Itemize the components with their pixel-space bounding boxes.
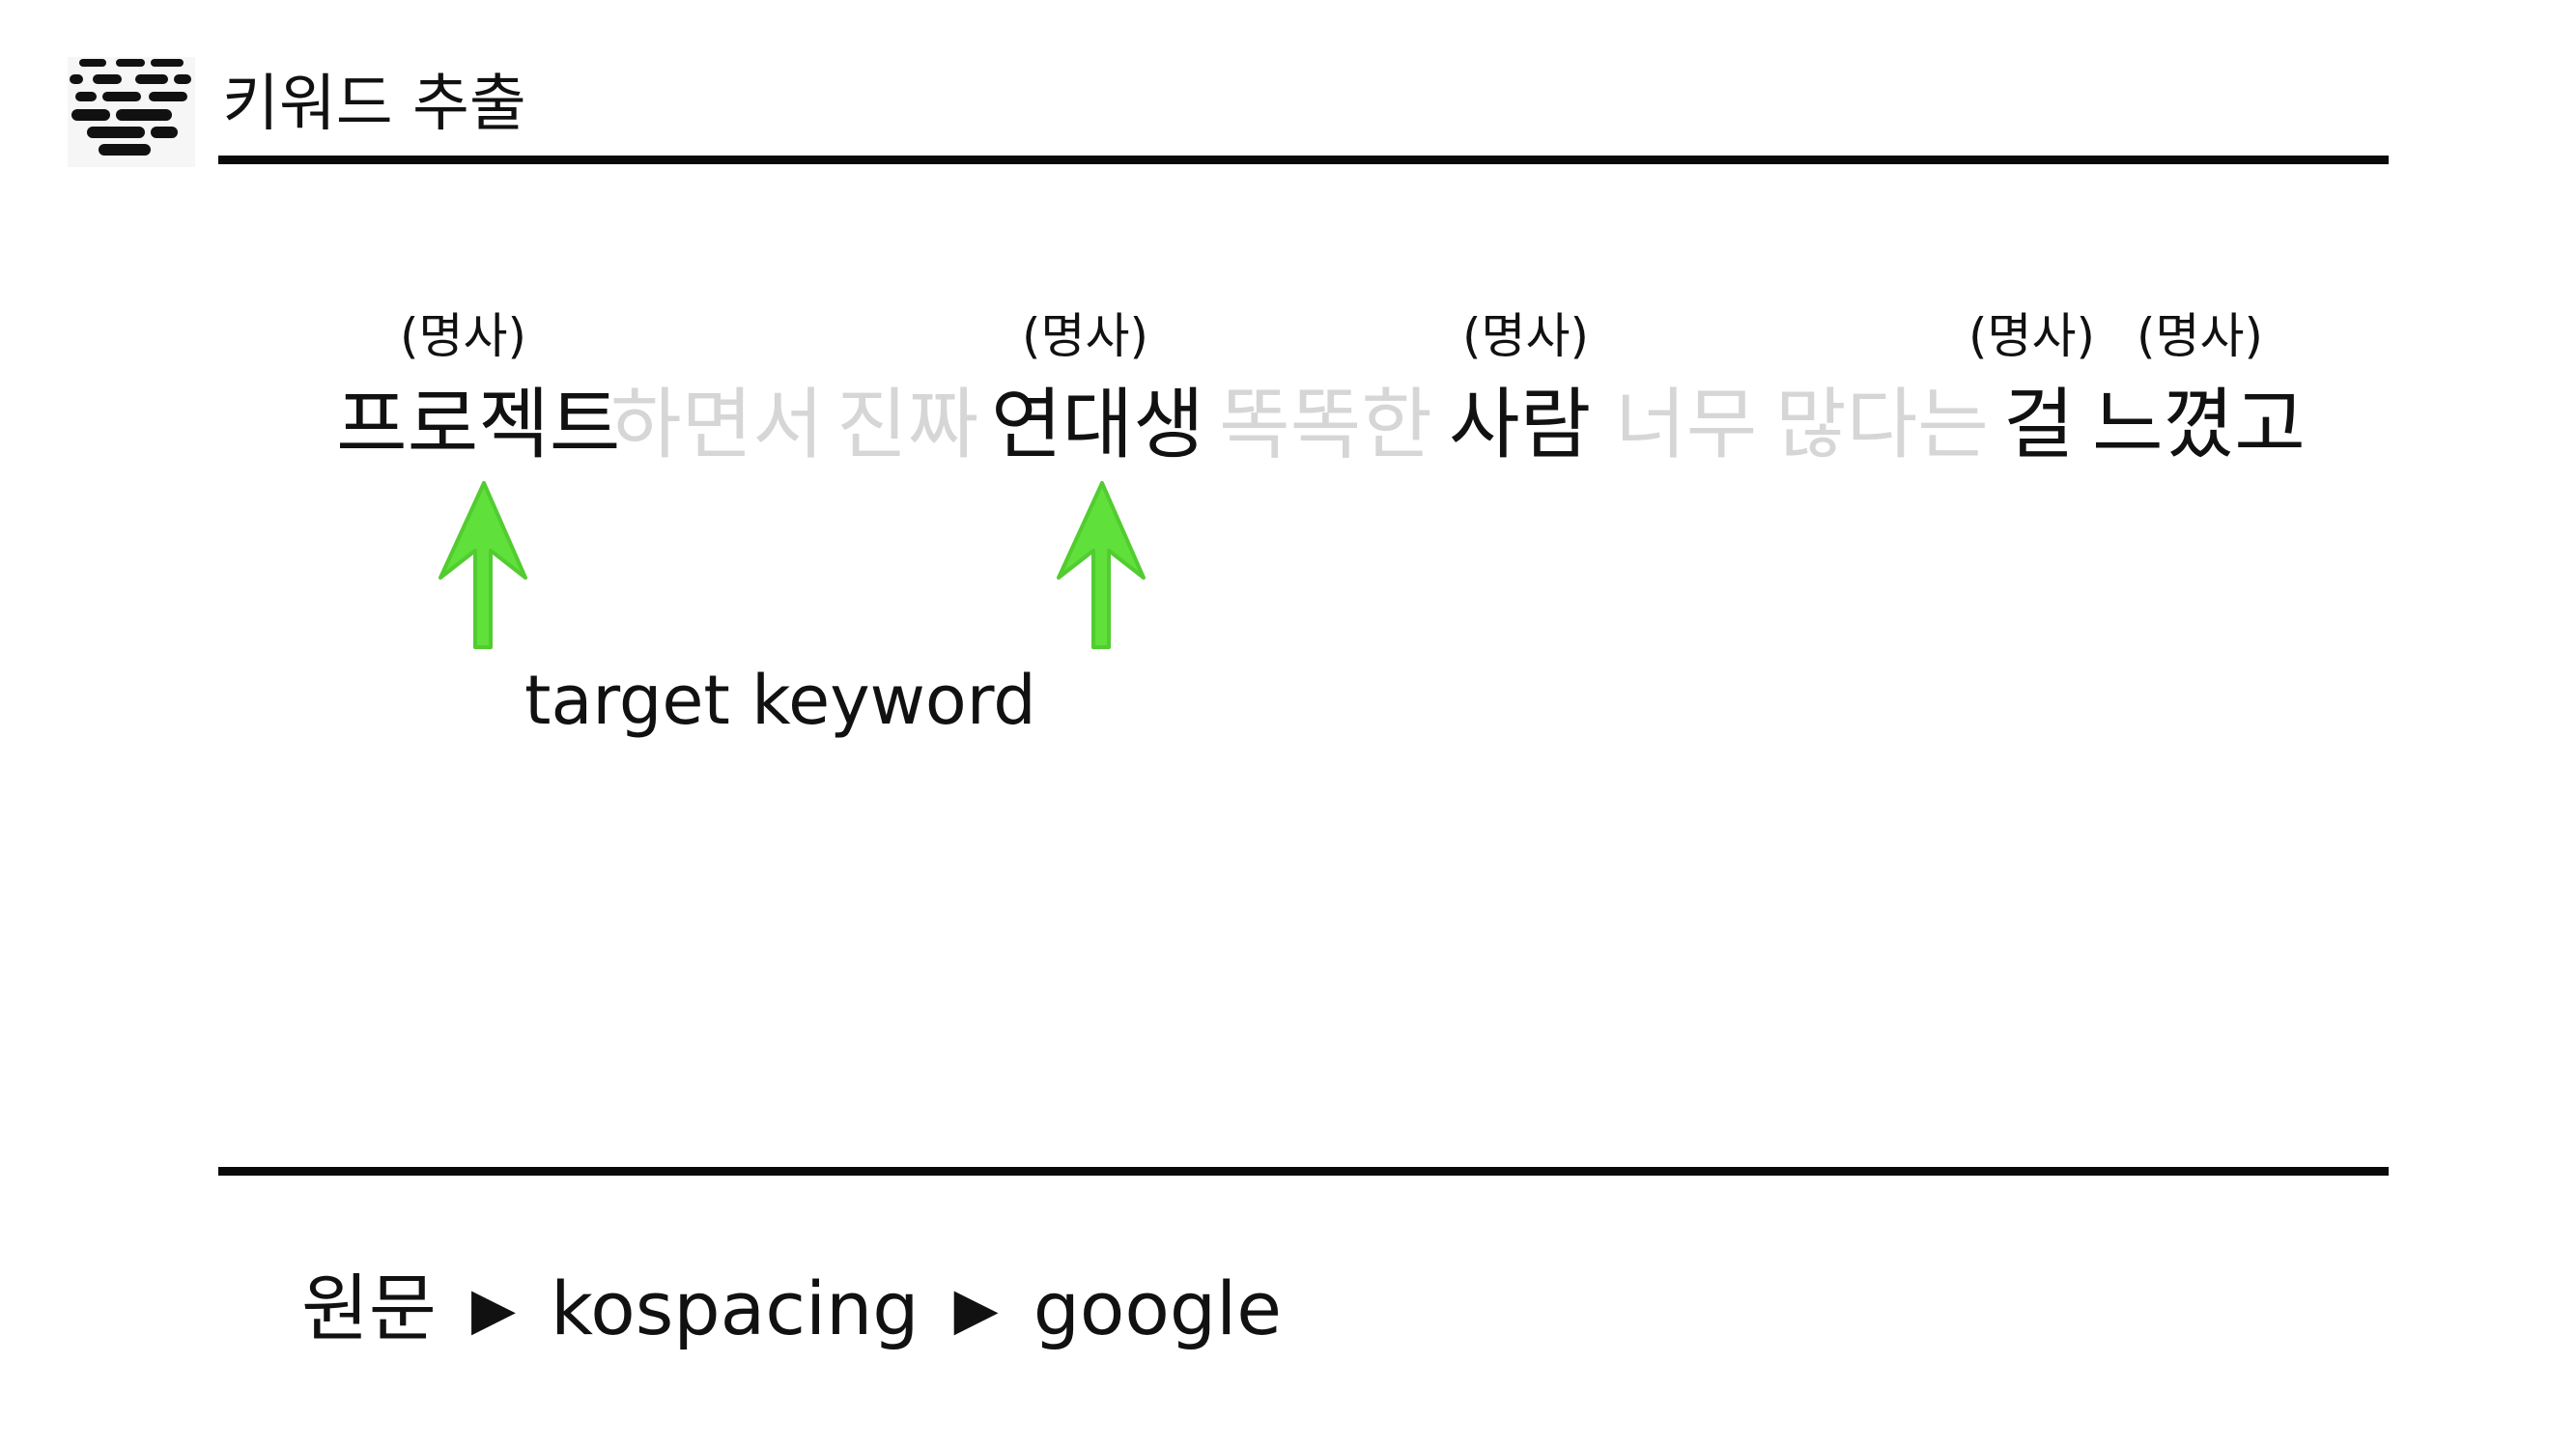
word-token: 똑똑한 [1219,380,1432,469]
sample-sentence: 프로젝트 하면서 진짜 연대생 똑똑한 사람 너무 많다는 걸 느꼈고 [0,377,2576,483]
keyword-token: 프로젝트 [336,380,621,469]
pos-label: (명사) [1462,308,1590,364]
keyword-token: 연대생 [991,380,1204,469]
pos-label: (명사) [1022,308,1149,364]
pos-label: (명사) [2137,308,2264,364]
pos-label: (명사) [400,308,527,364]
word-token: 너무 [1615,380,1758,469]
menu-lines-icon [68,57,195,167]
word-token: 진짜 [836,380,979,469]
keyword-token: 걸 [2003,380,2075,469]
keyword-token: 느꼈고 [2092,380,2306,469]
pipeline-step: kospacing [551,1265,920,1351]
word-token: 하면서 [610,380,824,469]
title-divider [218,156,2389,164]
play-arrow-icon: ▶ [953,1275,999,1343]
green-up-arrow-icon [439,481,527,649]
play-arrow-icon: ▶ [470,1275,516,1343]
keyword-token: 사람 [1449,380,1592,469]
pos-label: (명사) [1968,308,2096,364]
green-up-arrow-icon [1057,481,1146,649]
footer-divider [218,1167,2389,1176]
pipeline-step: google [1033,1265,1283,1351]
pipeline-step: 원문 [301,1265,437,1351]
pipeline: 원문 ▶ kospacing ▶ google [301,1261,1316,1357]
word-token: 많다는 [1775,380,1989,469]
page-title: 키워드 추출 [222,69,526,140]
target-keyword-label: target keyword [524,661,1036,740]
